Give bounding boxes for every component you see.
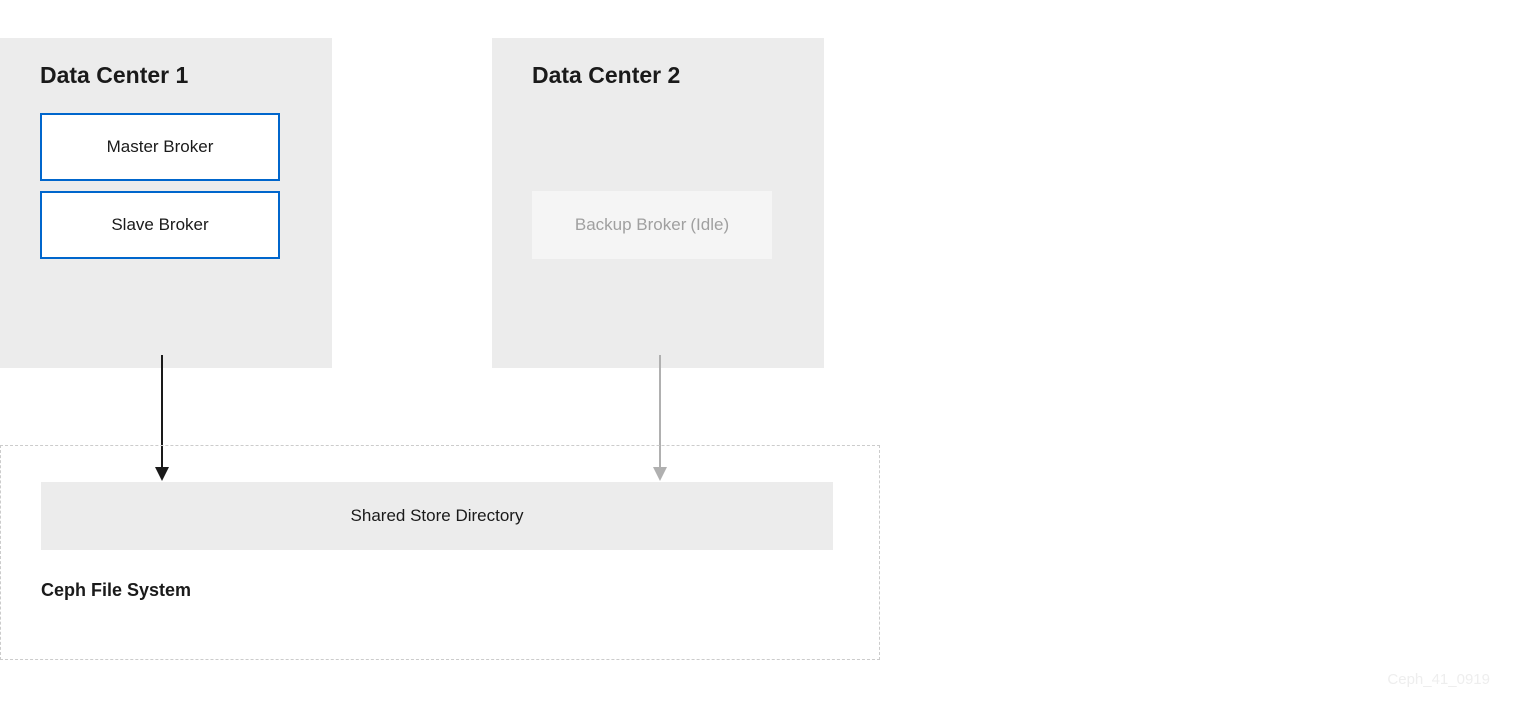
ceph-fs-label: Ceph File System [41, 580, 839, 601]
backup-broker-label: Backup Broker [575, 215, 687, 235]
slave-broker-box: Slave Broker [40, 191, 280, 259]
dc2-title: Data Center 2 [532, 62, 784, 89]
backup-broker-idle: (Idle) [690, 215, 729, 235]
data-center-1-panel: Data Center 1 Master Broker Slave Broker [0, 38, 332, 368]
master-broker-box: Master Broker [40, 113, 280, 181]
backup-broker-box: Backup Broker (Idle) [532, 191, 772, 259]
dc1-title: Data Center 1 [40, 62, 292, 89]
ceph-container: Shared Store Directory Ceph File System [0, 445, 880, 660]
data-center-2-panel: Data Center 2 Backup Broker (Idle) [492, 38, 824, 368]
spacer [532, 113, 784, 181]
slave-broker-label: Slave Broker [111, 215, 208, 235]
shared-store-box: Shared Store Directory [41, 482, 833, 550]
watermark: Ceph_41_0919 [1387, 671, 1490, 688]
master-broker-label: Master Broker [107, 137, 214, 157]
shared-store-label: Shared Store Directory [351, 506, 524, 526]
